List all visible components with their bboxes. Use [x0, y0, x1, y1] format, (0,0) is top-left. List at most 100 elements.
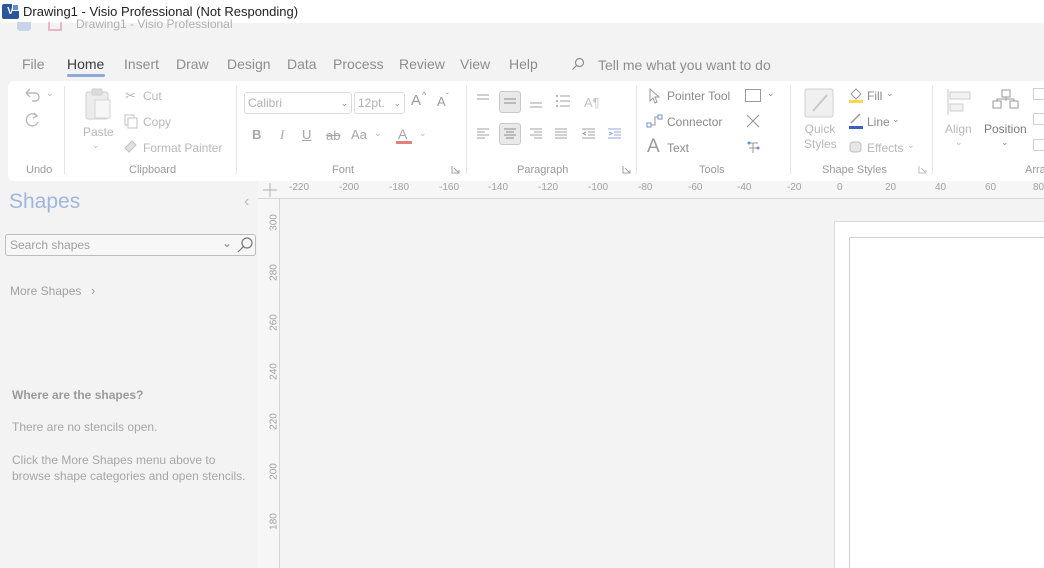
tab-help[interactable]: Help — [509, 56, 538, 72]
undo-dropdown-chevron-icon[interactable]: ⌄ — [46, 88, 54, 99]
page-margin — [849, 237, 1044, 568]
more-shapes-hint: Click the More Shapes menu above to brow… — [12, 453, 246, 483]
position-icon[interactable] — [990, 87, 1020, 117]
ruler-label: -160 — [439, 182, 460, 193]
tab-view[interactable]: View — [460, 56, 490, 72]
text-tool-button[interactable]: Text — [667, 141, 689, 155]
change-case-button[interactable]: Aa — [351, 127, 367, 142]
send-backward-icon[interactable] — [1033, 113, 1044, 125]
strikethrough-button[interactable]: ab — [326, 128, 340, 143]
align-button[interactable]: Align — [945, 122, 972, 136]
tab-insert[interactable]: Insert — [124, 56, 159, 72]
tab-file[interactable]: File — [22, 56, 45, 72]
more-shapes-button[interactable]: More Shapes — [10, 284, 81, 298]
align-bottom-icon[interactable] — [529, 97, 543, 109]
close-icon[interactable] — [745, 113, 761, 129]
font-color-swatch — [396, 141, 412, 144]
connector-button[interactable]: Connector — [667, 115, 722, 129]
chevron-down-icon[interactable]: ⌄ — [907, 140, 915, 151]
chevron-down-icon[interactable]: ⌄ — [767, 88, 775, 99]
visio-logo-square — [12, 4, 19, 11]
font-family-select[interactable]: Calibri ⌄ — [244, 92, 352, 114]
group-icon[interactable] — [1033, 139, 1044, 151]
search-icon[interactable] — [571, 57, 585, 71]
no-stencils-message: There are no stencils open. — [12, 420, 158, 434]
collapse-pane-chevron-icon[interactable]: ‹ — [244, 193, 249, 211]
chevron-right-icon[interactable]: › — [91, 283, 95, 298]
tools-group-label: Tools — [699, 164, 725, 176]
quick-styles-button[interactable]: Quick Styles — [804, 122, 837, 152]
where-shapes-heading: Where are the shapes? — [12, 388, 144, 402]
chevron-down-icon[interactable]: ⌄ — [955, 137, 963, 148]
ribbon-tabs: File Home Insert Draw Design Data Proces… — [0, 50, 1044, 78]
increase-indent-icon[interactable] — [607, 127, 622, 141]
tell-me-input[interactable]: Tell me what you want to do — [598, 57, 771, 73]
redo-icon[interactable] — [22, 111, 42, 129]
font-group-label: Font — [332, 164, 355, 176]
ruler-label: -200 — [339, 182, 360, 193]
line-icon — [849, 113, 863, 129]
pointer-tool-button[interactable]: Pointer Tool — [667, 89, 730, 103]
search-options-chevron-icon[interactable]: ⌄ — [222, 236, 232, 250]
tab-review[interactable]: Review — [399, 56, 445, 72]
tab-home[interactable]: Home — [67, 56, 104, 72]
grow-font-button[interactable]: A — [411, 92, 421, 109]
ruler-label: -20 — [787, 182, 802, 193]
align-top-icon[interactable] — [476, 94, 490, 106]
align-right-icon[interactable] — [529, 127, 543, 141]
ruler-label: -180 — [389, 182, 410, 193]
ruler-label: 200 — [268, 463, 280, 480]
align-icon[interactable] — [945, 87, 975, 117]
paste-icon[interactable] — [83, 87, 113, 121]
tab-draw[interactable]: Draw — [176, 56, 209, 72]
chevron-down-icon: ⌄ — [340, 98, 348, 108]
align-left-icon[interactable] — [476, 127, 490, 141]
connection-point-icon[interactable] — [745, 139, 763, 155]
shrink-font-button[interactable]: A — [437, 94, 446, 109]
chevron-down-icon[interactable]: ⌄ — [892, 114, 900, 125]
fill-button[interactable]: Fill — [867, 89, 882, 103]
paste-dropdown-chevron-icon[interactable]: ⌄ — [92, 140, 100, 151]
bold-button[interactable]: B — [252, 127, 261, 142]
undo-icon[interactable] — [22, 87, 42, 103]
position-button[interactable]: Position — [984, 122, 1027, 136]
justify-icon[interactable] — [554, 127, 568, 141]
clipboard-group-label: Clipboard — [129, 164, 177, 176]
chevron-down-icon[interactable]: ⌄ — [886, 88, 894, 99]
text-direction-icon[interactable]: A¶ — [584, 95, 600, 110]
decrease-indent-icon[interactable] — [581, 127, 596, 141]
copy-button[interactable]: Copy — [143, 115, 171, 129]
paste-button[interactable]: Paste — [83, 125, 114, 139]
shrink-caret-icon: ˇ — [446, 92, 449, 101]
ruler-origin-icon[interactable] — [262, 182, 278, 198]
ruler-label: -100 — [588, 182, 609, 193]
cut-button[interactable]: Cut — [143, 89, 162, 103]
italic-button[interactable]: I — [280, 127, 284, 143]
search-icon[interactable] — [236, 236, 254, 254]
pointer-icon — [649, 88, 660, 104]
tab-process[interactable]: Process — [333, 56, 384, 72]
bullets-icon[interactable] — [555, 94, 571, 108]
underline-button[interactable]: U — [302, 127, 311, 142]
tab-design[interactable]: Design — [227, 56, 271, 72]
bring-forward-icon[interactable] — [1033, 88, 1044, 100]
quick-styles-icon[interactable] — [803, 87, 835, 119]
connector-icon — [646, 114, 663, 128]
dialog-launcher-icon[interactable] — [918, 165, 927, 174]
chevron-down-icon[interactable]: ⌄ — [1001, 137, 1009, 148]
chevron-down-icon: ⌄ — [393, 98, 401, 108]
format-painter-button[interactable]: Format Painter — [143, 141, 222, 155]
dialog-launcher-icon[interactable] — [451, 165, 460, 174]
tab-data[interactable]: Data — [287, 56, 317, 72]
font-size-value: 12pt. — [358, 96, 385, 110]
paragraph-group-label: Paragraph — [517, 164, 569, 176]
line-button[interactable]: Line — [867, 115, 890, 129]
chevron-down-icon[interactable]: ⌄ — [374, 128, 382, 139]
effects-button[interactable]: Effects — [867, 141, 903, 155]
font-size-select[interactable]: 12pt. ⌄ — [354, 92, 405, 114]
dialog-launcher-icon[interactable] — [622, 165, 631, 174]
font-color-button[interactable]: A — [398, 126, 407, 142]
align-center-icon — [504, 128, 516, 139]
chevron-down-icon[interactable]: ⌄ — [419, 128, 427, 139]
rectangle-shape-icon[interactable] — [745, 89, 761, 102]
